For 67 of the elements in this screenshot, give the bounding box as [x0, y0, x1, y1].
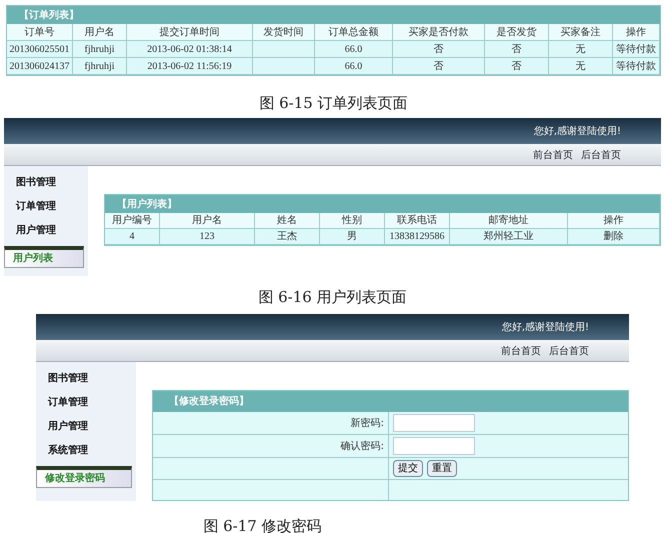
panel-title: 【修改登录密码】	[169, 394, 249, 409]
form-button[interactable]: 提交	[393, 460, 423, 477]
column-header: 用户编号	[105, 213, 160, 229]
input-field[interactable]	[393, 437, 475, 455]
table-cell: 201306024137	[7, 58, 73, 75]
table-cell: 13838129586	[385, 229, 450, 245]
panel-title: 【用户列表】	[117, 197, 177, 212]
table-cell: 等待付款	[613, 41, 660, 58]
figure-caption: 图 6-15 订单列表页面	[259, 93, 408, 114]
input-field[interactable]	[393, 414, 475, 432]
table-cell: 4	[105, 229, 160, 245]
column-header: 联系电话	[385, 213, 450, 229]
table-cell: 男	[320, 229, 385, 245]
table-cell: 否	[393, 58, 485, 75]
sidebar-item[interactable]: 订单管理	[4, 198, 88, 214]
table-cell: fjhruhji	[73, 58, 127, 75]
table-cell: 无	[549, 58, 613, 75]
column-header: 操作	[613, 24, 660, 41]
column-header: 订单号	[7, 24, 73, 41]
nav-link[interactable]: 后台首页	[549, 344, 589, 359]
sidebar-item[interactable]: 订单管理	[36, 394, 136, 410]
table-cell: 等待付款	[613, 58, 660, 75]
column-header: 用户名	[73, 24, 127, 41]
nav-link[interactable]: 后台首页	[581, 148, 621, 163]
table-cell: 123	[160, 229, 255, 245]
form-button[interactable]: 重置	[427, 460, 457, 477]
sidebar-item[interactable]: 修改登录密码	[36, 466, 132, 488]
field-label: 确认密码:	[340, 440, 384, 454]
panel-title: 【订单列表】	[19, 8, 79, 22]
column-header: 是否发货	[485, 24, 549, 41]
column-header: 发货时间	[253, 24, 315, 41]
column-header: 用户名	[160, 213, 255, 229]
sidebar-item[interactable]: 用户管理	[36, 418, 136, 434]
sidebar-item[interactable]: 系统管理	[36, 442, 136, 458]
column-header: 买家备注	[549, 24, 613, 41]
table-cell	[253, 41, 315, 58]
field-label: 新密码:	[350, 416, 384, 430]
column-header: 提交订单时间	[127, 24, 253, 41]
column-header: 操作	[568, 213, 660, 229]
table-cell: 2013-06-02 11:56:19	[127, 58, 253, 75]
table-cell: fjhruhji	[73, 41, 127, 58]
column-header: 买家是否付款	[393, 24, 485, 41]
figure-caption: 图 6-17 修改密码	[203, 516, 322, 533]
column-header: 性别	[320, 213, 385, 229]
figure-caption: 图 6-16 用户列表页面	[258, 286, 407, 308]
table-cell: 无	[549, 41, 613, 58]
nav-link[interactable]: 前台首页	[501, 344, 541, 359]
sidebar-item[interactable]: 图书管理	[4, 174, 88, 190]
table-cell: 66.0	[315, 58, 393, 75]
column-header: 订单总金额	[315, 24, 393, 41]
column-header: 姓名	[255, 213, 320, 229]
table-cell: 66.0	[315, 41, 393, 58]
table-cell: 王杰	[255, 229, 320, 245]
nav-link[interactable]: 前台首页	[533, 148, 573, 163]
column-header: 邮寄地址	[450, 213, 568, 229]
sidebar-item[interactable]: 图书管理	[36, 370, 136, 386]
table-cell: 否	[393, 41, 485, 58]
table-cell: 否	[485, 58, 549, 75]
table-cell: 否	[485, 41, 549, 58]
table-cell: 郑州轻工业	[450, 229, 568, 245]
sidebar-item[interactable]: 用户列表	[4, 246, 84, 268]
greeting-text: 您好,感谢登陆使用!	[534, 124, 621, 138]
table-cell: 2013-06-02 01:38:14	[127, 41, 253, 58]
table-cell: 201306025501	[7, 41, 73, 58]
sidebar-item[interactable]: 用户管理	[4, 222, 88, 238]
table-cell: 删除	[568, 229, 660, 245]
greeting-text: 您好,感谢登陆使用!	[502, 320, 589, 334]
